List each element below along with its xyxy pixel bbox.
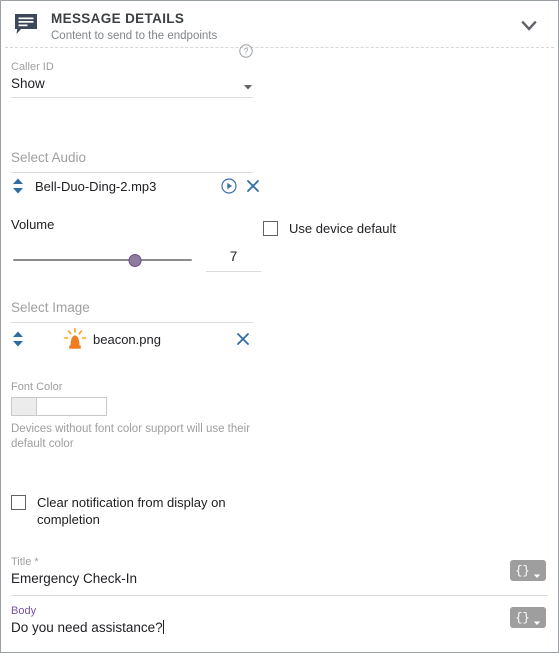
font-color-swatch[interactable] bbox=[11, 397, 37, 416]
svg-text:?: ? bbox=[244, 46, 249, 56]
dropdown-caret-icon bbox=[533, 567, 541, 578]
volume-control: Volume 7 bbox=[11, 216, 261, 272]
volume-slider-thumb[interactable] bbox=[128, 253, 142, 267]
title-input[interactable]: Emergency Check-In bbox=[11, 569, 488, 593]
title-token-button[interactable]: {} bbox=[510, 560, 546, 581]
select-image-placeholder: Select Image bbox=[11, 298, 253, 323]
play-circle-icon[interactable] bbox=[221, 178, 237, 194]
select-audio-field[interactable]: Select Audio bbox=[11, 148, 253, 173]
use-device-default-checkbox-row[interactable]: Use device default bbox=[263, 220, 463, 237]
help-circle-icon[interactable]: ? bbox=[239, 44, 253, 58]
font-color-field: Font Color Devices without font color su… bbox=[11, 380, 261, 452]
title-label: Title * bbox=[11, 556, 39, 568]
page-subtitle: Content to send to the endpoints bbox=[51, 30, 218, 42]
body-input[interactable]: Do you need assistance? bbox=[11, 618, 488, 642]
page-title: MESSAGE DETAILS bbox=[51, 11, 185, 26]
collapse-panel-button[interactable] bbox=[514, 13, 544, 39]
clear-notification-checkbox-row[interactable]: Clear notification from display on compl… bbox=[11, 494, 246, 528]
header-divider bbox=[5, 47, 554, 48]
clear-notification-label: Clear notification from display on compl… bbox=[37, 495, 226, 527]
body-label: Body bbox=[11, 605, 37, 617]
use-device-default-checkbox[interactable] bbox=[263, 221, 278, 236]
font-color-helper-text: Devices without font color support will … bbox=[11, 423, 251, 450]
remove-image-close-x-icon[interactable] bbox=[235, 331, 251, 347]
body-field: Body Do you need assistance? {} bbox=[11, 596, 548, 642]
volume-label: Volume bbox=[11, 217, 55, 232]
audio-file-row: Bell-Duo-Ding-2.mp3 bbox=[11, 178, 261, 194]
message-bubble-icon bbox=[13, 13, 39, 37]
dropdown-caret-icon bbox=[533, 614, 541, 625]
image-file-row: beacon.png bbox=[11, 327, 261, 350]
caller-id-field: Caller ID ? Show bbox=[11, 44, 253, 98]
body-token-label: {} bbox=[515, 610, 530, 625]
volume-slider-row: 7 bbox=[11, 248, 261, 272]
font-color-input-row bbox=[11, 397, 261, 416]
audio-file-name: Bell-Duo-Ding-2.mp3 bbox=[35, 178, 157, 194]
header-text-group: MESSAGE DETAILS Content to send to the e… bbox=[51, 11, 514, 44]
select-audio-placeholder: Select Audio bbox=[11, 148, 253, 173]
bottom-fields: Title * Emergency Check-In {} Body Do yo… bbox=[1, 549, 558, 652]
use-device-default-label: Use device default bbox=[289, 221, 396, 236]
text-cursor bbox=[162, 620, 164, 634]
volume-value-input[interactable]: 7 bbox=[206, 248, 261, 272]
title-field: Title * Emergency Check-In {} bbox=[11, 549, 548, 596]
message-details-panel: MESSAGE DETAILS Content to send to the e… bbox=[0, 0, 559, 653]
chevron-down-icon bbox=[521, 20, 537, 31]
font-color-input[interactable] bbox=[37, 397, 107, 416]
title-token-label: {} bbox=[515, 563, 530, 578]
panel-header: MESSAGE DETAILS Content to send to the e… bbox=[1, 1, 558, 47]
volume-slider-track bbox=[13, 259, 192, 261]
body-input-text: Do you need assistance? bbox=[11, 620, 163, 635]
body-token-button[interactable]: {} bbox=[510, 607, 546, 628]
sort-updown-icon[interactable] bbox=[11, 331, 25, 347]
remove-audio-close-x-icon[interactable] bbox=[245, 178, 261, 194]
font-color-label: Font Color bbox=[11, 381, 63, 393]
beacon-siren-icon bbox=[63, 327, 87, 350]
sort-updown-icon[interactable] bbox=[11, 178, 25, 194]
image-file-name: beacon.png bbox=[93, 331, 161, 347]
select-image-field[interactable]: Select Image bbox=[11, 298, 253, 323]
volume-slider[interactable] bbox=[11, 253, 194, 267]
dropdown-caret-icon bbox=[243, 79, 253, 90]
caller-id-select[interactable]: Show bbox=[11, 74, 253, 98]
volume-value: 7 bbox=[229, 249, 238, 264]
clear-notification-checkbox[interactable] bbox=[11, 495, 26, 510]
caller-id-label: Caller ID bbox=[11, 61, 54, 73]
caller-id-value: Show bbox=[11, 76, 45, 91]
